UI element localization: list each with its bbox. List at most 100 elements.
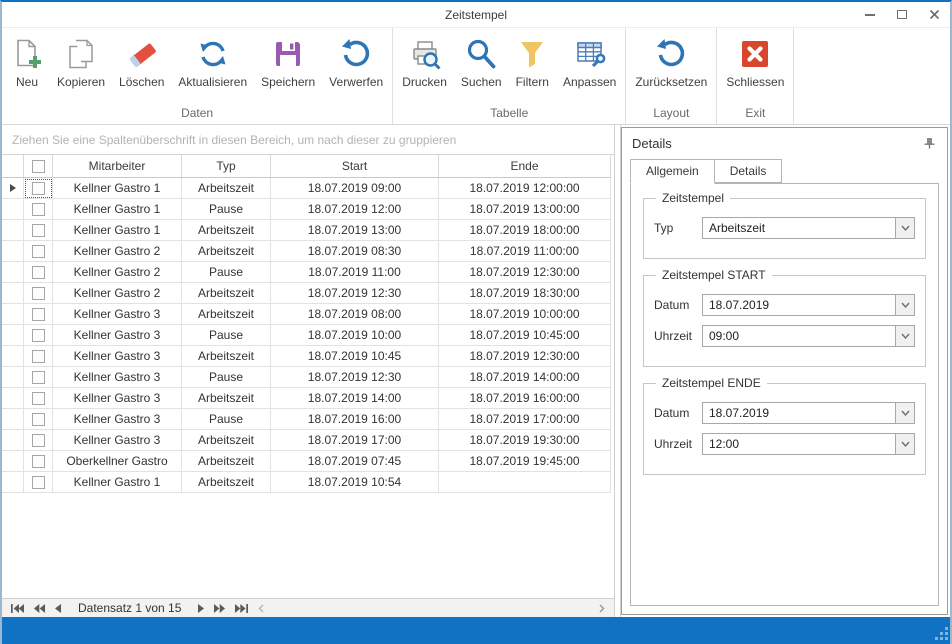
table-row[interactable]: Kellner Gastro 3Pause18.07.2019 12:3018.… [2,367,611,388]
speichern-button[interactable]: Speichern [254,36,322,91]
combo-dropdown-button[interactable] [895,403,914,423]
copy-icon [65,38,97,70]
panel-splitter[interactable] [614,125,621,617]
cell-typ: Pause [182,325,271,346]
cell-start: 18.07.2019 10:54 [271,472,439,493]
table-row[interactable]: Kellner Gastro 1Pause18.07.2019 12:0018.… [2,199,611,220]
table-row[interactable]: Kellner Gastro 3Arbeitszeit18.07.2019 10… [2,346,611,367]
combo-value: 12:00 [703,434,895,454]
search-icon [465,38,497,70]
group-by-panel[interactable]: Ziehen Sie eine Spaltenüberschrift in di… [2,125,614,155]
schliessen-button[interactable]: Schliessen [719,36,791,91]
cell-ende: 18.07.2019 12:30:00 [439,262,611,283]
titlebar: Zeitstempel [2,2,950,28]
cell-ende: 18.07.2019 18:30:00 [439,283,611,304]
verwerfen-button[interactable]: Verwerfen [322,36,390,91]
table-row[interactable]: Kellner Gastro 2Arbeitszeit18.07.2019 12… [2,283,611,304]
table-row[interactable]: Oberkellner GastroArbeitszeit18.07.2019 … [2,451,611,472]
zuruecksetzen-button[interactable]: Zurücksetzen [628,36,714,91]
close-button[interactable] [918,3,950,27]
row-checkbox[interactable] [24,346,53,367]
table-row[interactable]: Kellner Gastro 1Arbeitszeit18.07.2019 10… [2,472,611,493]
hscroll-right-button[interactable] [594,599,610,617]
row-checkbox[interactable] [24,472,53,493]
resize-grip-icon[interactable] [935,627,949,641]
drucken-button[interactable]: Drucken [395,36,454,91]
row-checkbox[interactable] [24,451,53,472]
row-checkbox[interactable] [24,178,53,199]
cell-typ: Arbeitszeit [182,472,271,493]
maximize-button[interactable] [886,3,918,27]
row-checkbox[interactable] [24,325,53,346]
details-tabs: Allgemein Details [622,158,947,183]
row-indicator-cell [2,409,24,430]
typ-combobox[interactable]: Arbeitszeit [702,217,915,239]
row-indicator-cell [2,325,24,346]
table-row[interactable]: Kellner Gastro 1Arbeitszeit18.07.2019 13… [2,220,611,241]
row-checkbox[interactable] [24,283,53,304]
row-checkbox[interactable] [24,304,53,325]
table-row[interactable]: Kellner Gastro 3Arbeitszeit18.07.2019 08… [2,304,611,325]
ende-uhrzeit-combobox[interactable]: 12:00 [702,433,915,455]
row-checkbox[interactable] [24,430,53,451]
table-row[interactable]: Kellner Gastro 1Arbeitszeit18.07.2019 09… [2,178,611,199]
loeschen-button[interactable]: Löschen [112,36,171,91]
column-header-ende[interactable]: Ende [439,155,611,178]
select-all-checkbox[interactable] [24,155,53,178]
minimize-button[interactable] [854,3,886,27]
groupbox-title: Zeitstempel [656,191,730,205]
start-uhrzeit-combobox[interactable]: 09:00 [702,325,915,347]
nav-next-page-button[interactable] [209,599,230,617]
neu-button[interactable]: Neu [4,36,50,91]
suchen-button[interactable]: Suchen [454,36,509,91]
column-header-start[interactable]: Start [271,155,439,178]
row-indicator-cell [2,346,24,367]
table-row[interactable]: Kellner Gastro 3Arbeitszeit18.07.2019 17… [2,430,611,451]
filtern-button[interactable]: Filtern [509,36,556,91]
tab-details[interactable]: Details [715,159,783,183]
combo-dropdown-button[interactable] [895,326,914,346]
cell-typ: Pause [182,409,271,430]
field-label: Typ [654,221,702,235]
close-icon [929,9,940,20]
kopieren-button[interactable]: Kopieren [50,36,112,91]
table-row[interactable]: Kellner Gastro 3Pause18.07.2019 16:0018.… [2,409,611,430]
row-checkbox[interactable] [24,220,53,241]
cell-start: 18.07.2019 08:30 [271,241,439,262]
column-header-typ[interactable]: Typ [182,155,271,178]
column-header-mitarbeiter[interactable]: Mitarbeiter [53,155,182,178]
aktualisieren-button[interactable]: Aktualisieren [171,36,254,91]
field-label: Uhrzeit [654,437,702,451]
row-checkbox[interactable] [24,367,53,388]
ende-datum-combobox[interactable]: 18.07.2019 [702,402,915,424]
nav-first-button[interactable] [6,599,29,617]
row-checkbox[interactable] [24,409,53,430]
window-bottom-bar [0,617,952,644]
table-row[interactable]: Kellner Gastro 2Arbeitszeit18.07.2019 08… [2,241,611,262]
row-checkbox[interactable] [24,241,53,262]
combo-dropdown-button[interactable] [895,434,914,454]
combo-dropdown-button[interactable] [895,295,914,315]
start-datum-combobox[interactable]: 18.07.2019 [702,294,915,316]
table-row[interactable]: Kellner Gastro 2Pause18.07.2019 11:0018.… [2,262,611,283]
anpassen-button[interactable]: Anpassen [556,36,623,91]
button-label: Aktualisieren [178,75,247,89]
table-row[interactable]: Kellner Gastro 3Arbeitszeit18.07.2019 14… [2,388,611,409]
row-checkbox[interactable] [24,199,53,220]
row-checkbox[interactable] [24,262,53,283]
pin-button[interactable] [921,135,937,151]
cell-ende: 18.07.2019 19:45:00 [439,451,611,472]
hscroll-left-button[interactable] [253,599,269,617]
row-indicator-cell [2,178,24,199]
nav-prev-button[interactable] [50,599,66,617]
nav-last-button[interactable] [230,599,253,617]
combo-dropdown-button[interactable] [895,218,914,238]
tab-allgemein[interactable]: Allgemein [630,159,715,184]
table-row[interactable]: Kellner Gastro 3Pause18.07.2019 10:0018.… [2,325,611,346]
nav-next-button[interactable] [193,599,209,617]
cell-mitarbeiter: Kellner Gastro 1 [53,472,182,493]
cell-mitarbeiter: Kellner Gastro 3 [53,409,182,430]
row-checkbox[interactable] [24,388,53,409]
record-navigator: Datensatz 1 von 15 [2,598,614,617]
nav-prev-page-button[interactable] [29,599,50,617]
